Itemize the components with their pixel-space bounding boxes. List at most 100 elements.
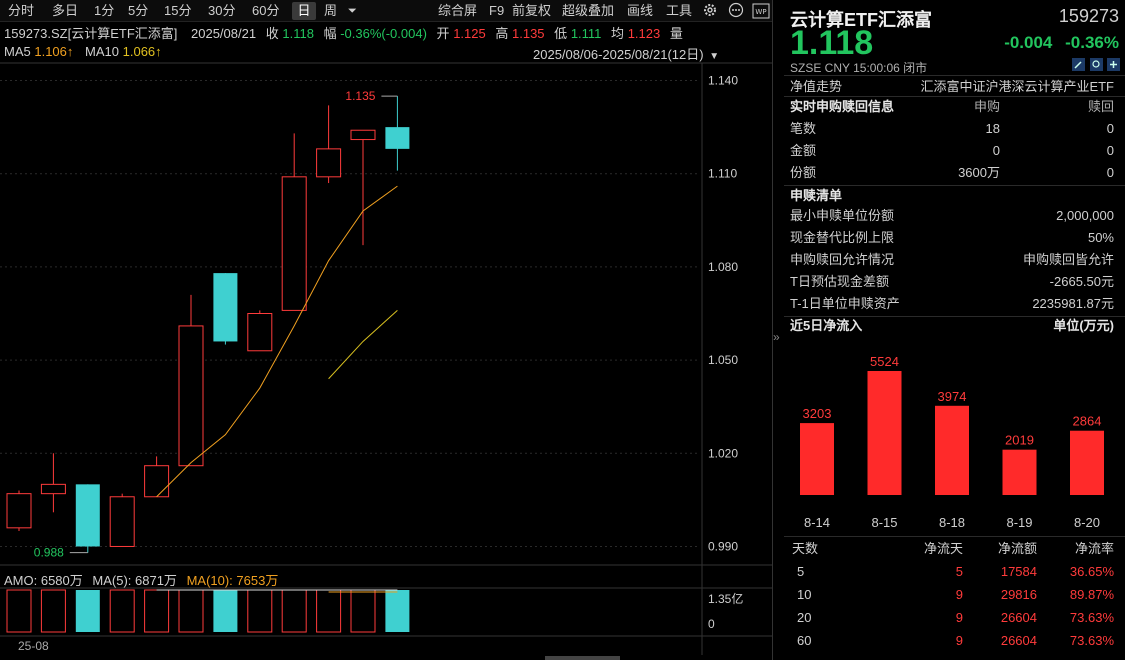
nav-trend-link[interactable]: 净值走势: [790, 79, 842, 94]
flow-table-cell: 9: [956, 584, 963, 606]
realtime-row: 份额 3600万 0: [790, 162, 1120, 184]
flow-col-header: 净流天: [924, 538, 963, 560]
divider: [784, 536, 1125, 537]
flow-col-header: 净流额: [998, 538, 1037, 560]
row-label: 金额: [790, 143, 816, 158]
y-tick-label: 1.110: [708, 167, 737, 181]
horizontal-scrollbar: [545, 656, 620, 660]
amo-bar: [282, 590, 306, 632]
flow-table-cell: 73.63%: [1070, 630, 1114, 652]
amo-bar: [351, 590, 375, 632]
list-row: 现金替代比例上限50%: [790, 227, 1120, 249]
inflow-bar: [1070, 431, 1104, 495]
list-value: 2,000,000: [1056, 205, 1114, 227]
ma10-line: [329, 310, 398, 378]
list-label: 最小申赎单位份额: [790, 208, 894, 223]
redeem-value: 0: [1107, 162, 1114, 184]
inflow-date-label: 8-19: [1006, 515, 1032, 530]
row-label: 份额: [790, 165, 816, 180]
kline-chart[interactable]: 1.140 1.110 1.080 1.050 1.020 0.990 1.135 0.988…: [0, 0, 772, 660]
amo-bar: [41, 590, 65, 632]
amo-bar: [110, 590, 134, 632]
y-tick-label: 1.050: [708, 353, 738, 367]
low-marker-label: 0.988: [34, 546, 64, 560]
inflow-value-label: 3203: [803, 406, 832, 421]
subscribe-value: 0: [993, 140, 1000, 162]
inflow-bar: [800, 423, 834, 495]
collapse-panel-icon[interactable]: »: [773, 330, 780, 344]
y-tick-label: 1.140: [708, 74, 738, 88]
inflow-value-label: 5524: [870, 354, 899, 369]
y-tick-label: 1.080: [708, 260, 738, 274]
amo-bar: [179, 590, 203, 632]
col-subscribe: 申购: [974, 96, 1000, 118]
flow-col-header: 净流率: [1075, 538, 1114, 560]
inflow-value-label: 3974: [938, 389, 967, 404]
flow-table-cell: 17584: [1001, 561, 1037, 583]
list-value: -2665.50元: [1050, 271, 1114, 293]
y-tick-label: 1.020: [708, 446, 738, 460]
flow-table-cell: 36.65%: [1070, 561, 1114, 583]
flow-table-cell: 29816: [1001, 584, 1037, 606]
flow-table-cell: 9: [956, 607, 963, 629]
candle-body: [41, 484, 65, 493]
list-header: 申赎清单: [790, 188, 842, 203]
row-label: 笔数: [790, 121, 816, 136]
search-icon[interactable]: [1090, 58, 1103, 71]
nav-row[interactable]: 净值走势 汇添富中证沪港深云计算产业ETF: [790, 76, 1120, 98]
inflow-bar: [935, 406, 969, 495]
amo-bar: [7, 590, 31, 632]
flow-table-cell: 26604: [1001, 607, 1037, 629]
realtime-header-row: 实时申购赎回信息 申购 赎回: [790, 96, 1120, 118]
list-row: T日预估现金差额 -2665.50元: [790, 271, 1120, 293]
market-meta: SZSE CNY 15:00:06 闭市: [790, 59, 927, 76]
flow-table-cell: 5: [956, 561, 963, 583]
panel-icons: [1072, 58, 1120, 73]
amo-tick-label: 0: [708, 617, 715, 631]
inflow-date-label: 8-18: [939, 515, 965, 530]
list-header-row: 申赎清单: [790, 185, 1120, 207]
candle-body: [282, 177, 306, 311]
list-row: T-1日单位申赎资产2235981.87元: [790, 293, 1120, 315]
list-label: T-1日单位申赎资产: [790, 296, 900, 311]
price-change: -0.004 -0.36%: [1004, 33, 1119, 53]
redeem-value: 0: [1107, 140, 1114, 162]
flow-header-row: 近5日净流入 单位(万元): [790, 315, 1120, 337]
col-redeem: 赎回: [1088, 96, 1114, 118]
realtime-row: 金额 0 0: [790, 140, 1120, 162]
candle-body: [248, 314, 272, 351]
amo-tick-label: 1.35亿: [708, 591, 743, 606]
edit-icon[interactable]: [1072, 58, 1085, 71]
inflow-bar: [1003, 450, 1037, 495]
flow-table-cell: 60: [797, 630, 811, 652]
flow-table-cell: 73.63%: [1070, 607, 1114, 629]
amo-bar: [213, 590, 237, 632]
flow-table-cell: 20: [797, 607, 811, 629]
list-row: 申购赎回允许情况申购赎回皆允许: [790, 249, 1120, 271]
list-label: T日预估现金差额: [790, 274, 889, 289]
candle-body: [385, 127, 409, 149]
current-price: 1.118: [790, 25, 873, 61]
candle-body: [317, 149, 341, 177]
net-inflow-chart: 32038-1455248-1539748-1820198-1928648-20: [784, 338, 1125, 538]
subscribe-value: 3600万: [958, 162, 1000, 184]
fund-code: 159273: [1059, 6, 1119, 27]
amo-bar: [248, 590, 272, 632]
inflow-date-label: 8-20: [1074, 515, 1100, 530]
y-tick-label: 0.990: [708, 539, 738, 553]
high-marker-label: 1.135: [345, 89, 375, 103]
flow-table-cell: 5: [797, 561, 804, 583]
redeem-value: 0: [1107, 118, 1114, 140]
candle-body: [213, 273, 237, 341]
flow-table-cell: 89.87%: [1070, 584, 1114, 606]
amo-bar: [145, 590, 169, 632]
realtime-header: 实时申购赎回信息: [790, 99, 894, 114]
add-icon[interactable]: [1107, 58, 1120, 71]
candle-body: [7, 494, 31, 528]
flow-unit: 单位(万元): [1053, 315, 1114, 337]
flow-header: 近5日净流入: [790, 318, 862, 333]
amo-bar: [317, 590, 341, 632]
flow-col-header: 天数: [792, 538, 818, 560]
list-row: 最小申赎单位份额 2,000,000: [790, 205, 1120, 227]
flow-table-cell: 26604: [1001, 630, 1037, 652]
